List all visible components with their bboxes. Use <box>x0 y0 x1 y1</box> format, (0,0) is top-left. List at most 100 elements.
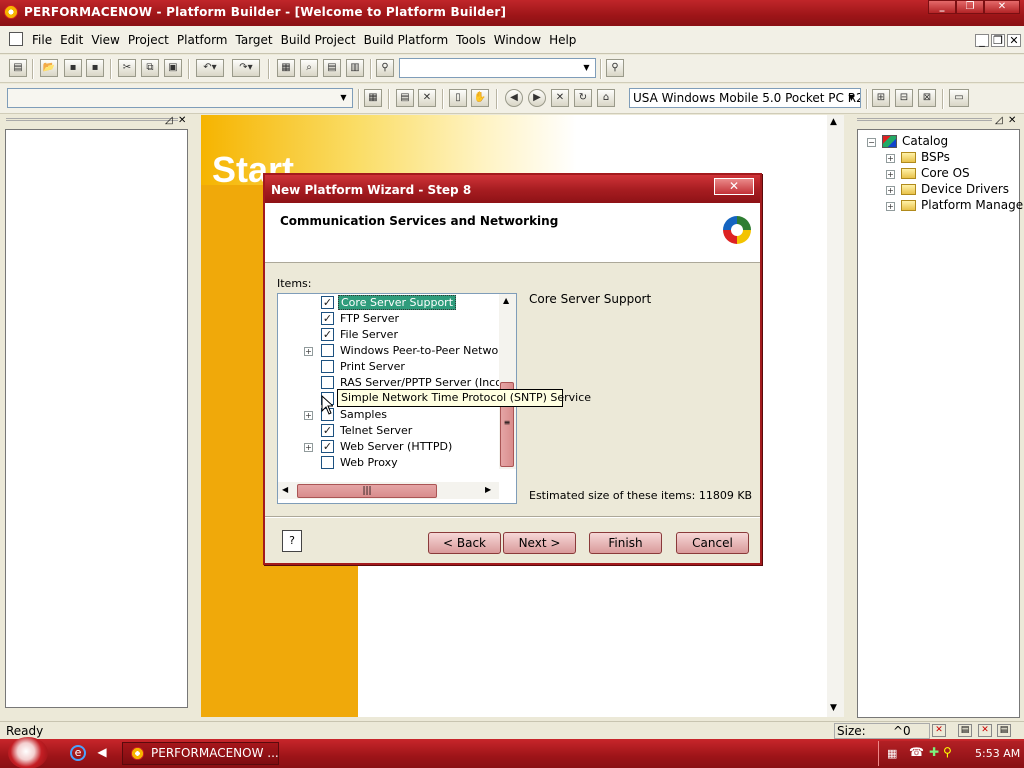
item-checkbox[interactable] <box>321 360 334 373</box>
clean-icon[interactable]: ✕ <box>418 89 436 107</box>
find-combo[interactable]: ▼ <box>399 58 596 78</box>
forward-arrow-icon[interactable]: ▶ <box>528 89 546 107</box>
expand-icon[interactable]: + <box>886 202 895 211</box>
find-next-icon[interactable]: ⚲ <box>606 59 624 77</box>
list-item[interactable]: + ✓ Web Server (HTTPD) <box>278 439 498 455</box>
minimize-button[interactable]: _ <box>928 0 956 14</box>
scroll-up-icon[interactable]: ▲ <box>503 296 509 305</box>
stop-icon[interactable]: ✕ <box>551 89 569 107</box>
back-arrow-icon[interactable]: ◀ <box>505 89 523 107</box>
taskbar-item-platform-builder[interactable]: PERFORMACENOW ... <box>122 742 279 765</box>
paste-icon[interactable]: ▣ <box>164 59 182 77</box>
window-title-bar[interactable]: PERFORMACENOW - Platform Builder - [Welc… <box>0 0 1024 26</box>
mdi-close-icon[interactable]: ✕ <box>1007 34 1021 47</box>
menu-project[interactable]: Project <box>124 33 173 47</box>
item-checkbox[interactable]: ✓ <box>321 328 334 341</box>
save-all-icon[interactable]: ▪ <box>86 59 104 77</box>
finish-button[interactable]: Finish <box>589 532 662 554</box>
open-folder-icon[interactable]: 📂 <box>40 59 58 77</box>
status-panel-icon[interactable]: ✕ <box>978 724 992 737</box>
help-icon[interactable]: ? <box>282 530 302 552</box>
status-panel-icon[interactable]: ▤ <box>997 724 1011 737</box>
wizard-title-bar[interactable]: New Platform Wizard - Step 8 ✕ <box>265 175 760 203</box>
config-combo[interactable]: ▼ <box>7 88 353 108</box>
list-item[interactable]: + Samples <box>278 407 498 423</box>
item-checkbox[interactable] <box>321 456 334 469</box>
menu-help[interactable]: Help <box>545 33 580 47</box>
cancel-button[interactable]: Cancel <box>676 532 749 554</box>
mdi-minimize-icon[interactable]: _ <box>975 34 989 47</box>
expand-icon[interactable]: + <box>304 443 313 452</box>
back-button[interactable]: < Back <box>428 532 501 554</box>
pane-gripper[interactable] <box>6 118 178 121</box>
find-in-files-icon[interactable]: ⌕ <box>300 59 318 77</box>
scroll-up-icon[interactable]: ▲ <box>830 117 837 127</box>
chevron-down-icon[interactable]: ▼ <box>336 90 351 106</box>
item-checkbox[interactable]: ✓ <box>321 296 334 309</box>
detach-device-icon[interactable]: ⊠ <box>918 89 936 107</box>
horizontal-scroll-thumb[interactable]: ||| <box>297 484 437 498</box>
pane-maximize-icon[interactable]: ◿ <box>995 116 1003 126</box>
list-item[interactable]: ✓ File Server <box>278 327 498 343</box>
hand-icon[interactable]: ✋ <box>471 89 489 107</box>
scroll-down-icon[interactable]: ▼ <box>830 703 837 713</box>
pane-close-icon[interactable]: ✕ <box>1008 116 1016 126</box>
list-item[interactable]: + Windows Peer-to-Peer Networkin <box>278 343 516 359</box>
redo-icon[interactable]: ↷▾ <box>232 59 260 77</box>
items-vertical-scrollbar[interactable]: ▲ ≡ <box>499 294 516 469</box>
menu-file[interactable]: File <box>28 33 56 47</box>
build-icon[interactable]: ▦ <box>364 89 382 107</box>
mdi-restore-icon[interactable]: ❐ <box>991 34 1005 47</box>
menu-tools[interactable]: Tools <box>452 33 490 47</box>
menu-window[interactable]: Window <box>490 33 545 47</box>
catalog-doc-icon[interactable]: ▯ <box>449 89 467 107</box>
copy-icon[interactable]: ⧉ <box>141 59 159 77</box>
item-checkbox[interactable]: ✓ <box>321 424 334 437</box>
output-window-icon[interactable]: ▤ <box>323 59 341 77</box>
undo-icon[interactable]: ↶▾ <box>196 59 224 77</box>
expand-icon[interactable]: + <box>886 186 895 195</box>
home-icon[interactable]: ⌂ <box>597 89 615 107</box>
menu-edit[interactable]: Edit <box>56 33 87 47</box>
scroll-left-icon[interactable]: ◀ <box>282 485 288 494</box>
chevron-down-icon[interactable]: ▼ <box>579 60 594 76</box>
list-item[interactable]: Web Proxy <box>278 455 498 471</box>
internet-explorer-icon[interactable]: e <box>70 745 86 761</box>
new-file-icon[interactable]: ▤ <box>9 59 27 77</box>
list-item[interactable]: ✓ Telnet Server <box>278 423 498 439</box>
item-checkbox[interactable]: ✓ <box>321 440 334 453</box>
find-icon[interactable]: ⚲ <box>376 59 394 77</box>
menu-build-project[interactable]: Build Project <box>277 33 360 47</box>
expand-icon[interactable]: + <box>886 154 895 163</box>
expand-icon[interactable]: + <box>304 347 313 356</box>
volume-icon[interactable]: ⚲ <box>943 745 952 759</box>
status-panel-icon[interactable]: ▤ <box>958 724 972 737</box>
menu-build-platform[interactable]: Build Platform <box>360 33 453 47</box>
menu-target[interactable]: Target <box>232 33 277 47</box>
window-list-icon[interactable]: ▥ <box>346 59 364 77</box>
chevron-down-icon[interactable]: ▼ <box>844 90 859 106</box>
scroll-right-icon[interactable]: ▶ <box>485 485 491 494</box>
save-icon[interactable]: ▪ <box>64 59 82 77</box>
cut-icon[interactable]: ✂ <box>118 59 136 77</box>
restore-button[interactable]: ❐ <box>956 0 984 14</box>
menu-view[interactable]: View <box>87 33 123 47</box>
item-checkbox[interactable]: ✓ <box>321 312 334 325</box>
attach-device-icon[interactable]: ⊟ <box>895 89 913 107</box>
safely-remove-icon[interactable]: ✚ <box>929 745 939 759</box>
sysgen-icon[interactable]: ▤ <box>396 89 414 107</box>
clock[interactable]: 5:53 AM <box>975 747 1020 760</box>
refresh-icon[interactable]: ↻ <box>574 89 592 107</box>
list-item[interactable]: Print Server <box>278 359 498 375</box>
wizard-close-button[interactable]: ✕ <box>714 178 754 195</box>
start-button[interactable] <box>8 737 48 768</box>
document-icon[interactable] <box>9 32 23 46</box>
menu-platform[interactable]: Platform <box>173 33 232 47</box>
close-button[interactable]: ✕ <box>984 0 1020 14</box>
pane-close-icon[interactable]: ✕ <box>178 116 186 126</box>
debug-icon[interactable]: ▭ <box>949 89 969 107</box>
expand-icon[interactable]: + <box>886 170 895 179</box>
list-item[interactable]: ✓ Core Server Support <box>278 295 498 311</box>
size-error-icon[interactable]: ✕ <box>932 724 946 737</box>
list-item[interactable]: ✓ FTP Server <box>278 311 498 327</box>
